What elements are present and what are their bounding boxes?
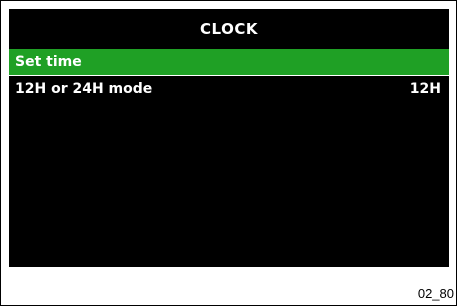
menu-item-label: Set time — [15, 54, 82, 70]
menu-item-value: 12H — [409, 81, 441, 97]
figure-frame: CLOCK Set time 12H or 24H mode 12H 02_80 — [0, 0, 457, 306]
display-screen: CLOCK Set time 12H or 24H mode 12H — [9, 9, 449, 267]
menu-list: Set time 12H or 24H mode 12H — [9, 49, 449, 101]
menu-item-set-time[interactable]: Set time — [9, 49, 449, 75]
menu-item-12h-24h-mode[interactable]: 12H or 24H mode 12H — [9, 75, 449, 101]
figure-caption: 02_80 — [417, 286, 454, 301]
menu-item-label: 12H or 24H mode — [15, 81, 153, 97]
screen-title: CLOCK — [200, 20, 258, 38]
